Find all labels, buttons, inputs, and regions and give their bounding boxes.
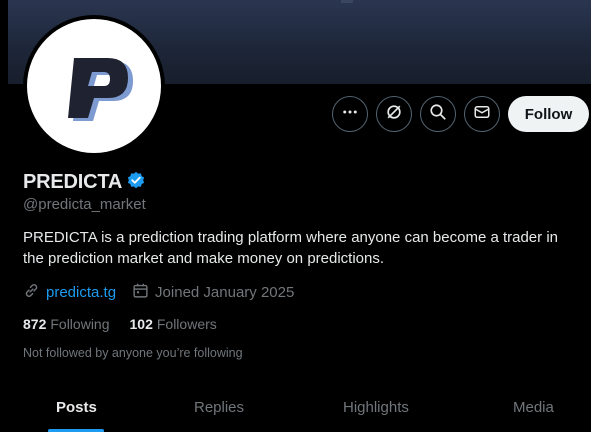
following-count: 872 — [23, 316, 47, 332]
profile-handle: @predicta_market — [23, 196, 146, 213]
profile-stats: 872 Following 102 Followers — [23, 316, 237, 332]
link-icon — [23, 282, 40, 303]
tab-media[interactable]: Media — [513, 399, 554, 416]
search-icon — [429, 103, 447, 126]
grok-icon — [384, 102, 404, 127]
followed-by-note: Not followed by anyone you’re following — [23, 346, 243, 360]
joined-date: Joined January 2025 — [155, 284, 295, 301]
following-link[interactable]: 872 Following — [23, 316, 110, 332]
predicta-logo — [27, 19, 161, 153]
message-button[interactable] — [464, 96, 500, 132]
profile-name: PREDICTA — [23, 171, 123, 193]
profile-name-row: PREDICTA — [23, 170, 146, 195]
profile-bio: PREDICTA is a prediction trading platfor… — [23, 229, 558, 267]
tab-replies[interactable]: Replies — [194, 399, 244, 416]
verified-badge-icon[interactable] — [126, 170, 146, 195]
grok-button[interactable] — [376, 96, 412, 132]
profile-tabs: Posts Replies Highlights Media — [0, 388, 591, 432]
profile-meta: predicta.tg Joined January 2025 — [23, 282, 294, 303]
follow-button[interactable]: Follow — [508, 96, 589, 132]
followers-count: 102 — [129, 316, 153, 332]
followers-label: Followers — [156, 316, 217, 332]
website-link[interactable]: predicta.tg — [46, 284, 116, 301]
search-profile-button[interactable] — [420, 96, 456, 132]
more-button[interactable] — [332, 96, 368, 132]
more-icon — [341, 103, 359, 126]
calendar-icon — [132, 282, 149, 303]
followers-link[interactable]: 102 Followers — [130, 316, 217, 332]
banner-detail — [341, 0, 353, 3]
message-icon — [473, 103, 491, 126]
tab-posts[interactable]: Posts — [56, 399, 97, 416]
following-label: Following — [50, 316, 110, 332]
profile-avatar[interactable] — [23, 15, 165, 157]
tab-highlights[interactable]: Highlights — [343, 399, 409, 416]
